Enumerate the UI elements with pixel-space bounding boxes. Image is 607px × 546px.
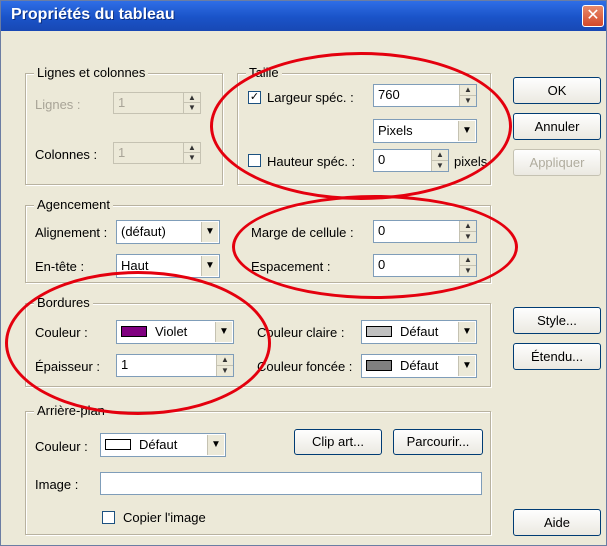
copy-image-checkbox[interactable] — [102, 511, 115, 524]
bg-color-swatch — [105, 439, 131, 450]
cell-padding-spinner[interactable]: ▲ ▼ — [459, 221, 476, 242]
header-select[interactable]: Haut ▼ — [116, 254, 220, 278]
close-button[interactable]: ✕ — [582, 5, 604, 27]
rows-cols-group: Lignes et colonnes — [25, 65, 223, 185]
cols-label: Colonnes : — [35, 147, 98, 162]
width-unit-value: Pixels — [378, 123, 413, 138]
chevron-down-icon[interactable]: ▼ — [201, 256, 218, 276]
rows-cols-legend: Lignes et colonnes — [34, 65, 149, 80]
header-value: Haut — [121, 258, 149, 273]
light-color-swatch — [366, 326, 392, 337]
align-label: Alignement : — [35, 225, 108, 240]
rows-label: Lignes : — [35, 97, 81, 112]
spacing-label: Espacement : — [251, 259, 331, 274]
spin-up-icon[interactable]: ▲ — [460, 255, 476, 266]
spin-up-icon[interactable]: ▲ — [460, 85, 476, 96]
dark-color-value: Défaut — [400, 358, 439, 373]
thickness-spinner[interactable]: ▲ ▼ — [216, 355, 233, 376]
help-button[interactable]: Aide — [513, 509, 601, 536]
spin-down-icon[interactable]: ▼ — [217, 366, 233, 377]
apply-button[interactable]: Appliquer — [513, 149, 601, 176]
chevron-down-icon[interactable]: ▼ — [458, 121, 475, 141]
ok-button[interactable]: OK — [513, 77, 601, 104]
height-label: Hauteur spéc. : — [267, 154, 356, 169]
dark-color-swatch — [366, 360, 392, 371]
bg-color-label: Couleur : — [35, 439, 88, 454]
spin-up-icon[interactable]: ▲ — [184, 143, 200, 153]
bg-color-select[interactable]: Défaut ▼ — [100, 433, 226, 457]
width-unit-select[interactable]: Pixels ▼ — [373, 119, 477, 143]
width-label: Largeur spéc. : — [267, 90, 354, 105]
background-legend: Arrière-plan — [34, 403, 108, 418]
style-button[interactable]: Style... — [513, 307, 601, 334]
light-color-label: Couleur claire : — [257, 325, 345, 340]
border-color-select[interactable]: Violet ▼ — [116, 320, 234, 344]
height-spinner[interactable]: ▲ ▼ — [431, 150, 448, 171]
spin-down-icon[interactable]: ▼ — [460, 266, 476, 277]
width-spinner[interactable]: ▲ ▼ — [459, 85, 476, 106]
thickness-label: Épaisseur : — [35, 359, 101, 374]
borders-legend: Bordures — [34, 295, 93, 310]
spin-up-icon[interactable]: ▲ — [432, 150, 448, 161]
image-label: Image : — [35, 477, 79, 492]
browse-button[interactable]: Parcourir... — [393, 429, 483, 455]
chevron-down-icon[interactable]: ▼ — [458, 322, 475, 342]
table-properties-dialog: Propriétés du tableau ✕ Lignes et colonn… — [0, 0, 607, 546]
rows-spinner[interactable]: ▲ ▼ — [183, 93, 200, 113]
spin-down-icon[interactable]: ▼ — [184, 103, 200, 113]
height-unit-label: pixels — [454, 154, 488, 169]
chevron-down-icon[interactable]: ▼ — [201, 222, 218, 242]
dark-color-label: Couleur foncée : — [257, 359, 353, 374]
spin-down-icon[interactable]: ▼ — [460, 96, 476, 107]
border-color-value: Violet — [155, 324, 188, 339]
spin-down-icon[interactable]: ▼ — [184, 153, 200, 163]
cancel-button[interactable]: Annuler — [513, 113, 601, 140]
chevron-down-icon[interactable]: ▼ — [207, 435, 224, 455]
dark-color-select[interactable]: Défaut ▼ — [361, 354, 477, 378]
spin-down-icon[interactable]: ▼ — [460, 232, 476, 243]
chevron-down-icon[interactable]: ▼ — [458, 356, 475, 376]
close-icon: ✕ — [586, 7, 600, 24]
light-color-select[interactable]: Défaut ▼ — [361, 320, 477, 344]
cell-padding-label: Marge de cellule : — [251, 225, 354, 240]
border-color-label: Couleur : — [35, 325, 88, 340]
chevron-down-icon[interactable]: ▼ — [215, 322, 232, 342]
spacing-spinner[interactable]: ▲ ▼ — [459, 255, 476, 276]
bg-color-value: Défaut — [139, 437, 178, 452]
copy-image-label: Copier l'image — [123, 510, 206, 525]
spin-up-icon[interactable]: ▲ — [184, 93, 200, 103]
border-color-swatch — [121, 326, 147, 337]
spin-down-icon[interactable]: ▼ — [432, 161, 448, 172]
width-checkbox[interactable]: ✓ — [248, 91, 261, 104]
layout-legend: Agencement — [34, 197, 113, 212]
image-input[interactable] — [100, 472, 482, 495]
height-checkbox[interactable] — [248, 154, 261, 167]
align-value: (défaut) — [121, 224, 166, 239]
light-color-value: Défaut — [400, 324, 439, 339]
window-title: Propriétés du tableau — [11, 6, 175, 23]
spin-up-icon[interactable]: ▲ — [217, 355, 233, 366]
align-select[interactable]: (défaut) ▼ — [116, 220, 220, 244]
cols-spinner[interactable]: ▲ ▼ — [183, 143, 200, 163]
clip-art-button[interactable]: Clip art... — [294, 429, 382, 455]
extended-button[interactable]: Étendu... — [513, 343, 601, 370]
spin-up-icon[interactable]: ▲ — [460, 221, 476, 232]
size-legend: Taille — [246, 65, 282, 80]
header-label: En-tête : — [35, 259, 85, 274]
title-bar: Propriétés du tableau — [1, 1, 606, 31]
